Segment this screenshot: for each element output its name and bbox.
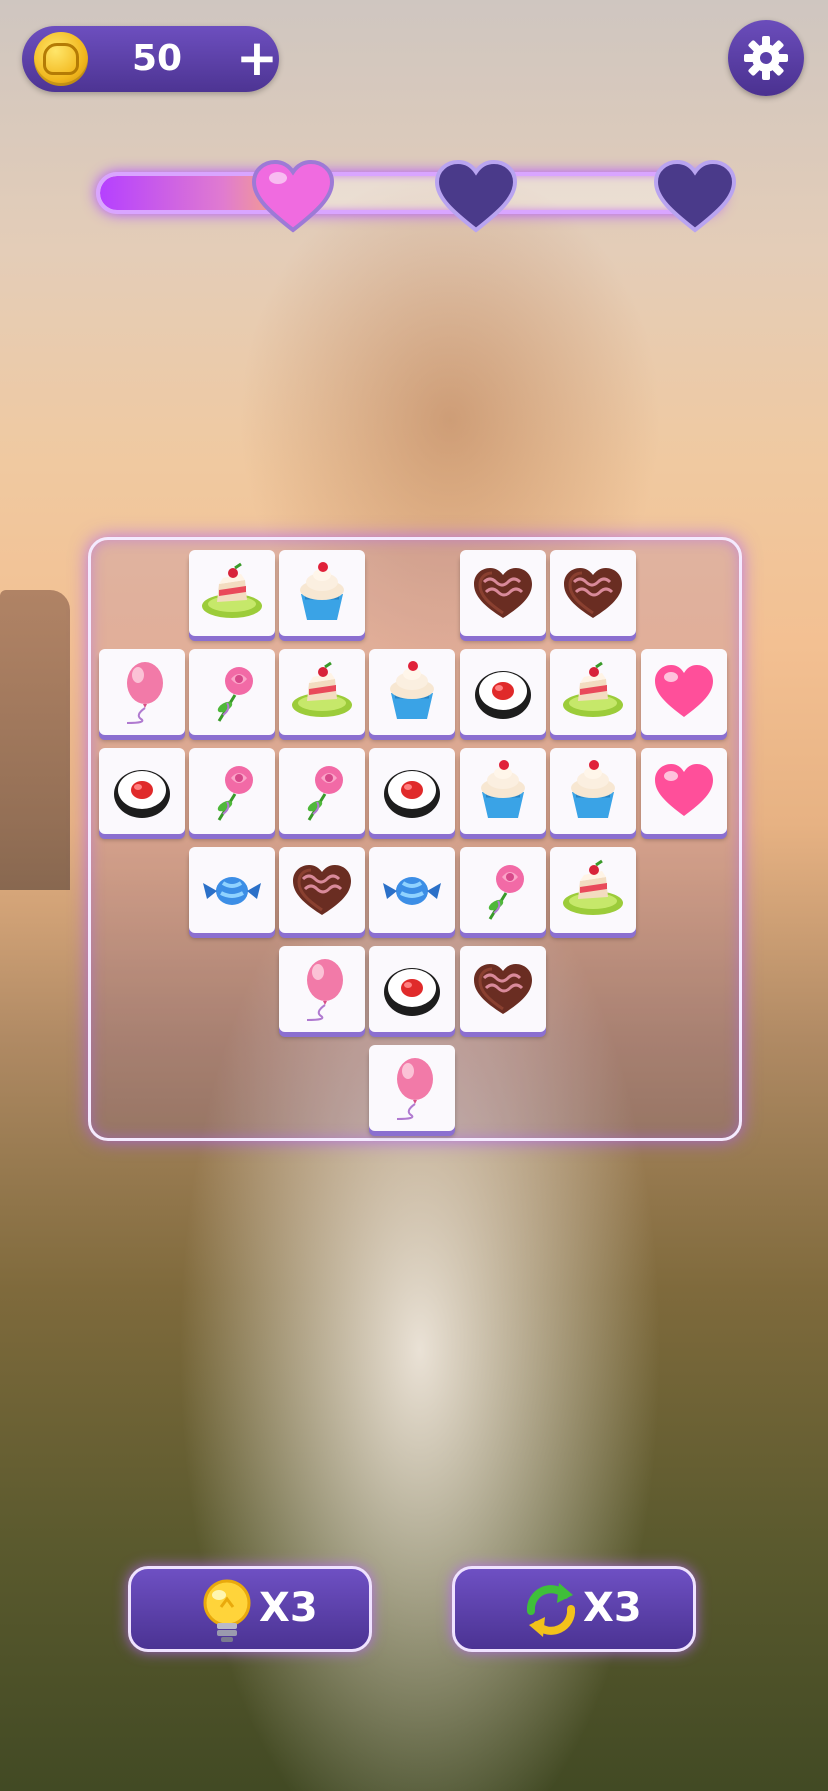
tile-sushi[interactable] (369, 946, 455, 1032)
tile-rose[interactable] (189, 748, 275, 834)
candy-icon (203, 877, 261, 905)
sushi-icon (384, 770, 440, 818)
tile-rose[interactable] (279, 748, 365, 834)
tile-balloon[interactable] (279, 946, 365, 1032)
chocolate-icon (474, 568, 532, 618)
tile-cupcake[interactable] (550, 748, 636, 834)
tile-chocolate[interactable] (550, 550, 636, 636)
tile-sushi[interactable] (99, 748, 185, 834)
tile-balloon[interactable] (99, 649, 185, 735)
shuffle-count: X3 (583, 1585, 642, 1631)
tile-cupcake[interactable] (460, 748, 546, 834)
heart-icon (251, 159, 335, 233)
tile-rose[interactable] (460, 847, 546, 933)
balloon-icon (126, 662, 163, 724)
chocolate-icon (474, 964, 532, 1014)
tile-rose[interactable] (189, 649, 275, 735)
tile-heart[interactable] (641, 748, 727, 834)
settings-button[interactable] (728, 20, 804, 96)
lightbulb-icon (203, 1579, 251, 1642)
heart-icon (434, 159, 518, 233)
cupcake-icon (481, 760, 525, 818)
tile-cake[interactable] (550, 847, 636, 933)
level-progress-bar (96, 172, 724, 214)
chocolate-icon (293, 865, 351, 915)
tile-sushi[interactable] (369, 748, 455, 834)
rose-icon (307, 766, 343, 821)
tile-chocolate[interactable] (460, 946, 546, 1032)
add-coins-button[interactable]: + (234, 33, 280, 83)
tile-sushi[interactable] (460, 649, 546, 735)
balloon-icon (306, 959, 343, 1021)
tile-cupcake[interactable] (369, 649, 455, 735)
rose-icon (217, 667, 253, 722)
heart-icon (655, 665, 713, 717)
heart-icon (655, 764, 713, 816)
gear-icon (744, 36, 788, 80)
chocolate-icon (564, 568, 622, 618)
cake-icon (563, 859, 623, 915)
cupcake-icon (390, 661, 434, 719)
tile-chocolate[interactable] (460, 550, 546, 636)
balloon-icon (396, 1058, 433, 1120)
cupcake-icon (571, 760, 615, 818)
tile-chocolate[interactable] (279, 847, 365, 933)
sushi-icon (475, 671, 531, 719)
shuffle-booster-button[interactable]: X3 (452, 1566, 696, 1652)
tile-board (88, 537, 742, 1141)
tile-cake[interactable] (189, 550, 275, 636)
gold-coin-icon (34, 32, 88, 86)
coin-count: 50 (132, 38, 183, 79)
rose-icon (217, 766, 253, 821)
tile-cake[interactable] (550, 649, 636, 735)
tile-candy[interactable] (189, 847, 275, 933)
tile-candy[interactable] (369, 847, 455, 933)
coin-counter: 50 + (22, 26, 279, 92)
hint-booster-button[interactable]: X3 (128, 1566, 372, 1652)
rose-icon (488, 865, 524, 920)
cake-icon (292, 661, 352, 717)
cake-icon (202, 562, 262, 618)
tile-heart[interactable] (641, 649, 727, 735)
tile-cake[interactable] (279, 649, 365, 735)
candy-icon (383, 877, 441, 905)
sushi-icon (114, 770, 170, 818)
heart-icon (653, 159, 737, 233)
background-ruin (0, 590, 70, 890)
cupcake-icon (300, 562, 344, 620)
tile-cupcake[interactable] (279, 550, 365, 636)
shuffle-arrows-icon (526, 1583, 576, 1637)
hint-count: X3 (259, 1585, 318, 1631)
sushi-icon (384, 968, 440, 1016)
tile-balloon[interactable] (369, 1045, 455, 1131)
cake-icon (563, 661, 623, 717)
